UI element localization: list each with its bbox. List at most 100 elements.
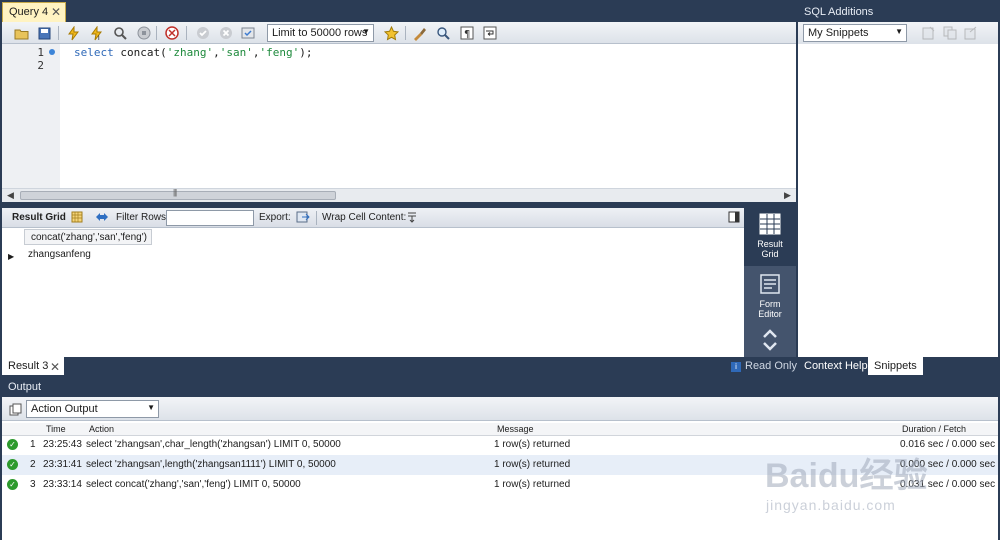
tab-context-help[interactable]: Context Help bbox=[798, 357, 874, 375]
snippets-list[interactable] bbox=[798, 44, 998, 357]
col-time[interactable]: Time bbox=[46, 424, 66, 434]
query-tab-strip: Query 4 ✕ bbox=[0, 0, 796, 22]
toolbar-separator bbox=[156, 26, 157, 40]
close-icon[interactable]: ✕ bbox=[51, 5, 61, 19]
replace-snippet-icon[interactable] bbox=[962, 25, 979, 41]
copy-snippet-icon[interactable] bbox=[941, 25, 958, 41]
scroll-left-icon[interactable]: ◀ bbox=[7, 190, 14, 201]
save-icon[interactable] bbox=[36, 25, 53, 41]
row-action: select 'zhangsan',length('zhangsan1111')… bbox=[86, 459, 336, 470]
form-editor-icon bbox=[760, 274, 780, 294]
grip-icon: ||| bbox=[173, 188, 177, 197]
close-icon[interactable]: ✕ bbox=[50, 360, 60, 374]
result-grid-icon bbox=[759, 213, 781, 235]
beautify-brush-icon[interactable] bbox=[411, 25, 428, 41]
stop-icon[interactable] bbox=[135, 25, 152, 41]
wrap-cell-icon[interactable] bbox=[404, 211, 419, 225]
refresh-icon[interactable] bbox=[94, 211, 109, 225]
scroll-thumb[interactable]: ||| bbox=[20, 188, 336, 200]
copy-output-icon[interactable] bbox=[7, 401, 24, 417]
result-tab-label: Result 3 bbox=[8, 360, 49, 372]
open-folder-icon[interactable] bbox=[13, 25, 30, 41]
tab-snippets[interactable]: Snippets bbox=[868, 357, 923, 375]
row-time: 23:31:41 bbox=[43, 459, 82, 470]
bookmark-star-icon[interactable] bbox=[383, 25, 400, 41]
toggle-error-icon[interactable] bbox=[164, 25, 181, 41]
toggle-panel-icon[interactable] bbox=[726, 211, 741, 225]
statement-marker-icon bbox=[49, 49, 55, 55]
toolbar-separator bbox=[405, 26, 406, 40]
col-message[interactable]: Message bbox=[497, 424, 534, 434]
output-header: Output bbox=[2, 380, 998, 396]
column-header[interactable]: concat('zhang','san','feng') bbox=[24, 229, 152, 245]
sql-additions-header: SQL Additions bbox=[798, 4, 1000, 22]
sql-additions-toolbar: My Snippets ▼ bbox=[798, 22, 998, 44]
limit-rows-select[interactable]: Limit to 50000 rows ▼ bbox=[267, 24, 374, 42]
autocommit-icon[interactable] bbox=[240, 25, 257, 41]
query-tab[interactable]: Query 4 ✕ bbox=[2, 2, 66, 22]
string-literal: 'san' bbox=[219, 46, 253, 59]
svg-text:¶: ¶ bbox=[464, 29, 470, 40]
string-literal: 'feng' bbox=[259, 46, 300, 59]
invisible-chars-icon[interactable]: ¶ bbox=[458, 25, 475, 41]
query-tab-label: Query 4 bbox=[9, 6, 49, 18]
chevron-down-icon: ▼ bbox=[147, 403, 155, 412]
export-icon[interactable] bbox=[295, 211, 310, 225]
execute-icon[interactable] bbox=[65, 25, 82, 41]
insert-snippet-icon[interactable] bbox=[920, 25, 937, 41]
scroll-right-icon[interactable]: ▶ bbox=[784, 190, 791, 201]
grid-cell[interactable]: zhangsanfeng bbox=[28, 249, 91, 260]
toolbar-separator bbox=[316, 211, 317, 225]
result-grid-view-button[interactable]: Result Grid bbox=[744, 208, 796, 266]
editor-horizontal-scrollbar[interactable]: ◀ ||| ▶ bbox=[2, 188, 796, 202]
col-duration[interactable]: Duration / Fetch bbox=[902, 424, 966, 434]
col-action[interactable]: Action bbox=[89, 424, 114, 434]
chevron-down-icon: ▼ bbox=[362, 27, 370, 36]
success-check-icon: ✓ bbox=[7, 459, 18, 470]
export-label: Export: bbox=[259, 212, 291, 223]
grid-toggle-icon[interactable] bbox=[69, 211, 84, 225]
word-wrap-icon[interactable] bbox=[481, 25, 498, 41]
commit-icon[interactable] bbox=[194, 25, 211, 41]
snippets-select[interactable]: My Snippets ▼ bbox=[803, 24, 907, 42]
wrap-cell-label: Wrap Cell Content: bbox=[322, 212, 407, 223]
row-message: 1 row(s) returned bbox=[494, 439, 571, 450]
svg-text:I: I bbox=[98, 36, 100, 41]
row-time: 23:33:14 bbox=[43, 479, 82, 490]
info-icon: i bbox=[731, 362, 741, 372]
output-toolbar: Action Output ▼ bbox=[2, 397, 998, 421]
view-scroll-button[interactable] bbox=[744, 328, 796, 356]
output-type-value: Action Output bbox=[31, 403, 98, 415]
current-row-arrow-icon: ▶ bbox=[8, 252, 15, 261]
sql-code-line[interactable]: select concat('zhang','san','feng'); bbox=[74, 46, 312, 59]
snippets-select-value: My Snippets bbox=[808, 27, 869, 39]
line-number: 2 bbox=[37, 59, 44, 72]
result-tab-bar: Result 3 ✕ i Read Only Context Help Snipp… bbox=[0, 357, 1000, 375]
filter-rows-label: Filter Rows: bbox=[116, 212, 169, 223]
string-literal: 'zhang' bbox=[166, 46, 214, 59]
filter-rows-input[interactable] bbox=[166, 210, 254, 226]
keyword: select bbox=[74, 46, 114, 59]
result-grid[interactable]: concat('zhang','san','feng') ▶ zhangsanf… bbox=[2, 228, 744, 357]
form-editor-view-button[interactable]: Form Editor bbox=[744, 270, 796, 324]
output-type-select[interactable]: Action Output ▼ bbox=[26, 400, 159, 418]
toolbar-separator bbox=[58, 26, 59, 40]
function-call: concat( bbox=[120, 46, 167, 59]
form-editor-view-label: Form Editor bbox=[758, 299, 782, 319]
comma: , bbox=[213, 46, 220, 59]
success-check-icon: ✓ bbox=[7, 439, 18, 450]
result-tab[interactable]: Result 3 ✕ bbox=[2, 357, 64, 375]
explain-icon[interactable] bbox=[111, 25, 128, 41]
sql-editor[interactable]: 1 2 select concat('zhang','san','feng'); bbox=[2, 44, 796, 188]
rollback-icon[interactable] bbox=[217, 25, 234, 41]
limit-rows-value: Limit to 50000 rows bbox=[272, 27, 368, 39]
find-icon[interactable] bbox=[434, 25, 451, 41]
watermark-logo: Baidu经验 bbox=[765, 457, 928, 495]
row-message: 1 row(s) returned bbox=[494, 459, 571, 470]
line-number: 1 bbox=[37, 46, 44, 59]
result-grid-label: Result Grid bbox=[12, 212, 66, 223]
line-gutter: 1 2 bbox=[2, 44, 60, 188]
watermark-url: jingyan.baidu.com bbox=[766, 497, 896, 513]
row-message: 1 row(s) returned bbox=[494, 479, 571, 490]
execute-current-icon[interactable]: I bbox=[88, 25, 105, 41]
